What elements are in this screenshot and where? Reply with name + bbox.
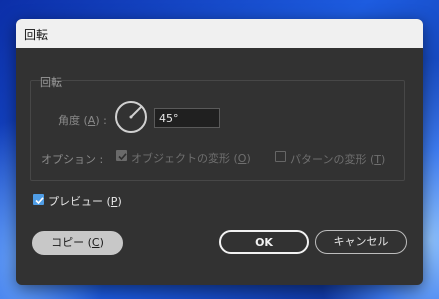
angle-label: 角度 (A) : <box>58 114 107 127</box>
ok-button[interactable]: OK <box>219 230 309 254</box>
groupbox-label: 回転 <box>40 76 62 89</box>
angle-input[interactable] <box>154 108 220 128</box>
transform-objects-checkbox[interactable] <box>116 150 127 161</box>
transform-patterns-label: パターンの変形 (T) <box>290 153 386 166</box>
copy-button[interactable]: コピー (C) <box>32 231 123 255</box>
preview-checkbox[interactable] <box>33 194 44 205</box>
options-label: オプション : <box>41 153 104 166</box>
dialog-titlebar[interactable]: 回転 <box>16 19 423 48</box>
preview-label: プレビュー (P) <box>48 195 122 208</box>
cancel-button[interactable]: キャンセル <box>315 230 407 254</box>
dialog-title: 回転 <box>24 28 49 42</box>
transform-patterns-checkbox[interactable] <box>275 151 286 162</box>
transform-objects-label: オブジェクトの変形 (O) <box>131 152 251 165</box>
angle-dial[interactable] <box>114 100 148 134</box>
